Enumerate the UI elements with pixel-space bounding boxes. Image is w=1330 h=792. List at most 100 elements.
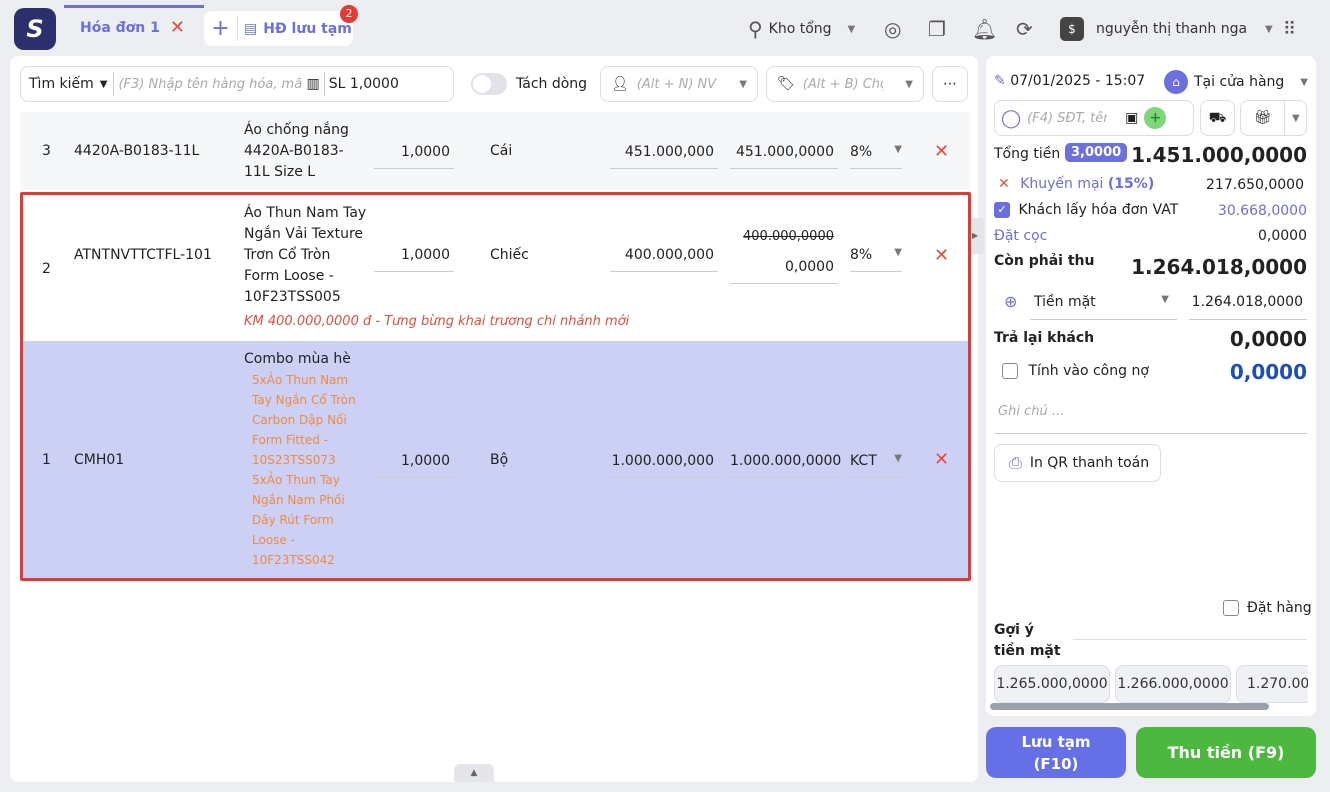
highlight-box [20, 192, 971, 581]
search-input[interactable]: (F3) Nhập tên hàng hóa, mã vạch, mã SKU [114, 77, 304, 92]
note-input[interactable]: Ghi chú ... [994, 404, 1307, 434]
vat-select[interactable]: 8% ▼ [850, 144, 902, 169]
product-code: 4420A-B0183-11L [74, 143, 200, 159]
line-total[interactable]: 451.000,0000 [730, 144, 838, 169]
customer-search[interactable]: ◯ (F4) SĐT, tên khách hàng ▣ + [994, 100, 1194, 136]
tab-label: HĐ lưu tạm [263, 20, 352, 37]
row-number: 3 [42, 143, 51, 159]
close-icon[interactable]: ✕ [170, 17, 185, 38]
chevron-down-icon: ▼ [847, 23, 856, 35]
due-amount: 1.264.018,0000 [1131, 255, 1307, 279]
user-avatar-icon: $ [1060, 17, 1084, 41]
staff-icon: 👤︎ [611, 76, 629, 92]
unit: Cái [490, 143, 513, 159]
price-list-select[interactable]: 🏷︎ (Alt + B) Chọn bảng giá ▼ [766, 66, 924, 102]
customer-input[interactable]: (F4) SĐT, tên khách hàng [1027, 111, 1107, 126]
tab-label: Hóa đơn 1 [80, 19, 160, 36]
channel-select[interactable]: ⌂ Tại cửa hàng ▼ [1164, 70, 1308, 94]
add-tab-icon[interactable]: + [204, 16, 238, 41]
more-icon: ⋯ [943, 76, 957, 92]
deposit-link[interactable]: Đặt cọc [994, 228, 1047, 244]
truck-icon: ⛟ [1208, 110, 1227, 126]
horizontal-scrollbar[interactable] [990, 703, 1269, 710]
receipt-icon: ▤ [244, 20, 258, 37]
tab-invoice-1[interactable]: Hóa đơn 1 ✕ [64, 5, 204, 47]
print-qr-button[interactable]: ⎙ In QR thanh toán [994, 444, 1161, 482]
split-line-toggle[interactable] [471, 73, 507, 95]
gift-icon: 🎁︎ [1241, 101, 1285, 135]
refresh-icon[interactable]: ⟳ [1016, 12, 1033, 46]
staff-placeholder: (Alt + N) NV bán hàng [636, 76, 717, 92]
delete-icon[interactable]: ✕ [934, 141, 949, 162]
location-pin-icon: ⚲ [748, 17, 763, 41]
chevron-down-icon: ▼ [739, 78, 747, 90]
paid-input[interactable]: 1.264.018,0000 [1189, 290, 1307, 320]
change-amount: 0,0000 [1229, 327, 1307, 351]
deposit-amount: 0,0000 [1258, 228, 1307, 244]
change-label: Trả lại khách [994, 330, 1095, 346]
datetime-value: 07/01/2025 - 15:07 [1010, 73, 1146, 89]
split-line-label: Tách dòng [516, 76, 588, 92]
promo-link[interactable]: Khuyến mại [1020, 176, 1103, 192]
total-label: Tổng tiền [994, 146, 1061, 162]
payment-method-select[interactable]: Tiền mặt ▼ [1030, 290, 1177, 320]
cash-suggestion[interactable]: 1.266.000,0000 [1115, 665, 1231, 703]
tab-saved-invoices[interactable]: + ▤ HĐ lưu tạm [204, 11, 353, 46]
chevron-down-icon: ▼ [99, 78, 108, 90]
qty-input[interactable]: 1,0000 [374, 144, 454, 169]
cash-suggestion[interactable]: 1.265.000,0000 [994, 665, 1110, 703]
channel-label: Tại cửa hàng [1194, 74, 1285, 90]
collapse-panel-icon[interactable]: ▶ [972, 218, 984, 254]
datetime[interactable]: ✎ 07/01/2025 - 15:07 [994, 73, 1145, 89]
messenger-icon[interactable]: ◎ [884, 12, 901, 46]
gift-button[interactable]: 🎁︎ ▼ [1240, 100, 1307, 136]
price-input[interactable]: 451.000,000 [610, 144, 718, 169]
bell-icon[interactable]: 🔔︎ [972, 12, 997, 46]
print-qr-label: In QR thanh toán [1029, 455, 1150, 471]
user-menu[interactable]: $ nguyễn thị thanh nga ▼ [1060, 12, 1273, 46]
add-payment-icon[interactable]: ⊕ [1004, 292, 1017, 311]
delivery-button[interactable]: ⛟ [1200, 100, 1235, 136]
order-checkbox[interactable] [1223, 600, 1239, 616]
saved-count-badge: 2 [340, 5, 358, 23]
store-icon: ⌂ [1164, 70, 1188, 94]
pay-button[interactable]: Thu tiền (F9) [1136, 727, 1316, 778]
table-row[interactable]: 3 4420A-B0183-11L Áo chống nắng 4420A-B0… [20, 112, 970, 190]
chevron-down-icon: ▼ [1265, 23, 1273, 35]
chevron-down-icon: ▼ [905, 78, 913, 90]
search-mode-select[interactable]: Tìm kiếm [21, 76, 100, 92]
app-logo: S [14, 8, 56, 50]
debt-label: Tính vào công nợ [1028, 363, 1149, 379]
user-name: nguyễn thị thanh nga [1096, 21, 1248, 37]
scan-icon[interactable]: ▣ [1125, 110, 1138, 126]
product-name: Áo chống nắng 4420A-B0183-11L Size L [244, 121, 349, 180]
printer-icon: ⎙ [1009, 453, 1022, 472]
due-label: Còn phải thu [994, 253, 1095, 269]
price-list-placeholder: (Alt + B) Chọn bảng giá [802, 76, 883, 92]
cash-suggest-label: Gợi ý tiền mặt [994, 622, 1061, 659]
cash-suggestion[interactable]: 1.270.000,0000 [1236, 665, 1308, 703]
vat-checkbox[interactable]: ✓ [994, 202, 1010, 218]
order-checkbox-group[interactable]: Đặt hàng [1223, 600, 1312, 616]
tag-icon: 🏷︎ [777, 76, 795, 92]
add-customer-icon[interactable]: + [1144, 107, 1167, 129]
warehouse-select[interactable]: ⚲ Kho tổng ▼ [748, 12, 855, 46]
debt-checkbox[interactable] [1002, 363, 1018, 379]
expand-up-icon[interactable]: ▲ [454, 764, 494, 782]
edit-icon: ✎ [994, 73, 1006, 89]
product-search[interactable]: Tìm kiếm▼ (F3) Nhập tên hàng hóa, mã vạc… [20, 66, 454, 102]
debt-amount: 0,0000 [1229, 360, 1307, 384]
promo-percent: (15%) [1107, 176, 1155, 192]
promo-amount: 217.650,0000 [1206, 177, 1304, 193]
qty-input[interactable]: 1,0000 [350, 76, 399, 92]
barcode-icon[interactable]: ▥ [306, 76, 319, 92]
total-qty-badge: 3,0000 [1065, 143, 1128, 162]
payment-method: Tiền mặt [1034, 294, 1096, 310]
apps-grid-icon[interactable]: ⠿ [1283, 12, 1296, 46]
save-draft-button[interactable]: Lưu tạm (F10) [986, 727, 1126, 778]
screens-icon[interactable]: ❐ [928, 12, 946, 46]
staff-select[interactable]: 👤︎ (Alt + N) NV bán hàng ▼ [600, 66, 758, 102]
warehouse-label: Kho tổng [768, 21, 832, 37]
remove-promo-icon[interactable]: ✕ [998, 176, 1010, 192]
more-options-button[interactable]: ⋯ [932, 66, 968, 102]
